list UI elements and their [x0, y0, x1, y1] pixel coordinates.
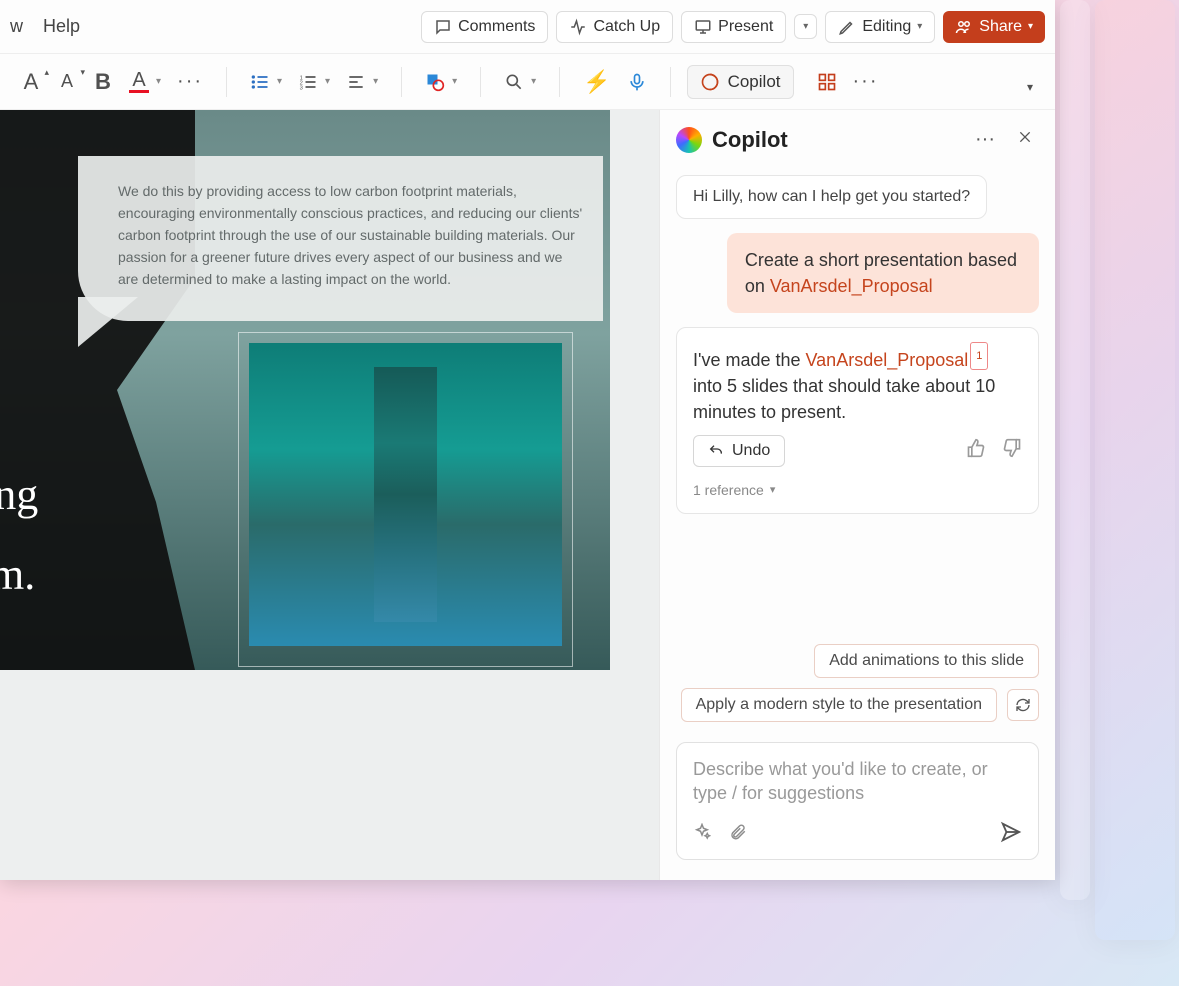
chevron-down-icon: ▾: [1027, 80, 1033, 94]
find-button[interactable]: [497, 64, 543, 100]
paperclip-icon: [729, 823, 747, 841]
people-icon: [955, 18, 973, 36]
user-prompt-link[interactable]: VanArsdel_Proposal: [770, 276, 933, 296]
comments-button[interactable]: Comments: [421, 11, 548, 43]
present-button[interactable]: Present: [681, 11, 786, 43]
chevron-down-icon: ▾: [770, 477, 776, 503]
thumbs-up-button[interactable]: [966, 438, 986, 465]
reference-badge[interactable]: 1: [970, 342, 988, 370]
slide-text-box[interactable]: We do this by providing access to low ca…: [78, 156, 603, 321]
copilot-input[interactable]: Describe what you'd like to create, or t…: [676, 742, 1039, 860]
attach-button[interactable]: [729, 823, 747, 847]
send-button[interactable]: [1000, 821, 1022, 849]
send-icon: [1000, 821, 1022, 843]
reference-text: 1 reference: [693, 477, 764, 503]
share-button[interactable]: Share ▾: [943, 11, 1045, 43]
search-icon: [504, 72, 524, 92]
copilot-close-button[interactable]: [1011, 124, 1039, 155]
close-icon: [1017, 129, 1033, 145]
present-dropdown[interactable]: ▾: [794, 14, 817, 39]
pencil-icon: [838, 18, 856, 36]
ribbon-overflow-button[interactable]: ···: [846, 64, 886, 100]
copilot-ribbon-icon: [700, 72, 720, 92]
copilot-input-placeholder: Describe what you'd like to create, or t…: [693, 757, 1022, 805]
menu-view[interactable]: w: [10, 16, 23, 37]
microphone-icon: [627, 70, 647, 94]
thumbs-down-icon: [1002, 438, 1022, 458]
slide-headline-fragment-2: m.: [0, 549, 35, 600]
decrease-font-button[interactable]: A: [50, 64, 84, 100]
thumbs-up-icon: [966, 438, 986, 458]
shapes-button[interactable]: [418, 64, 464, 100]
present-icon: [694, 18, 712, 36]
slide-canvas[interactable]: We do this by providing access to low ca…: [0, 110, 660, 880]
thumbs-down-button[interactable]: [1002, 438, 1022, 465]
refresh-icon: [1015, 697, 1031, 713]
suggestion-modern-style[interactable]: Apply a modern style to the presentation: [681, 688, 997, 722]
align-button[interactable]: [339, 64, 385, 100]
numbering-button[interactable]: 123: [291, 64, 337, 100]
ribbon-expand-button[interactable]: ▾: [1013, 69, 1047, 105]
slide-image-placeholder[interactable]: [238, 332, 573, 667]
undo-button[interactable]: Undo: [693, 435, 785, 467]
font-overflow-button[interactable]: ···: [170, 64, 210, 100]
sparkle-icon: [693, 823, 711, 841]
copilot-logo-icon: [676, 127, 702, 153]
menu-help[interactable]: Help: [43, 16, 80, 37]
response-link[interactable]: VanArsdel_Proposal: [806, 350, 969, 370]
titlebar: w Help Comments Catch Up Present ▾ Editi…: [0, 0, 1055, 54]
sparkle-button[interactable]: [693, 823, 711, 847]
catchup-label: Catch Up: [593, 18, 660, 36]
editing-button[interactable]: Editing ▾: [825, 11, 935, 43]
undo-icon: [708, 443, 724, 459]
catchup-button[interactable]: Catch Up: [556, 11, 673, 43]
font-color-icon: A: [129, 70, 149, 93]
align-icon: [346, 72, 366, 92]
grid-icon: [817, 72, 837, 92]
refresh-suggestions-button[interactable]: [1007, 689, 1039, 721]
copilot-response-card: I've made the VanArsdel_Proposal1 into 5…: [676, 327, 1039, 514]
undo-label: Undo: [732, 442, 770, 460]
share-label: Share: [979, 18, 1022, 36]
copilot-ribbon-button[interactable]: Copilot: [687, 65, 794, 99]
shapes-icon: [425, 72, 445, 92]
svg-text:3: 3: [300, 85, 303, 91]
numbering-icon: 123: [298, 72, 318, 92]
response-pre: I've made the: [693, 350, 806, 370]
grid-view-button[interactable]: [810, 64, 844, 100]
suggestion-add-animations[interactable]: Add animations to this slide: [814, 644, 1039, 678]
copilot-greeting-text: Hi Lilly, how can I help get you started…: [693, 188, 970, 205]
bullets-icon: [250, 72, 270, 92]
ribbon: A A B A ··· 123: [0, 54, 1055, 110]
activity-icon: [569, 18, 587, 36]
main-area: We do this by providing access to low ca…: [0, 110, 1055, 880]
slide-paragraph: We do this by providing access to low ca…: [118, 183, 582, 287]
copilot-suggestions: Add animations to this slide Apply a mod…: [660, 644, 1055, 732]
bold-button[interactable]: B: [86, 64, 120, 100]
copilot-header: Copilot ···: [660, 110, 1055, 165]
increase-font-button[interactable]: A: [14, 64, 48, 100]
designer-button[interactable]: ⚡: [576, 64, 617, 100]
comments-label: Comments: [458, 18, 535, 36]
user-prompt-bubble: Create a short presentation based on Van…: [727, 233, 1039, 313]
copilot-greeting-bubble: Hi Lilly, how can I help get you started…: [676, 175, 987, 219]
designer-icon: ⚡: [583, 69, 610, 95]
dictate-button[interactable]: [620, 64, 654, 100]
slide[interactable]: We do this by providing access to low ca…: [0, 110, 610, 670]
present-label: Present: [718, 18, 773, 36]
copilot-ribbon-label: Copilot: [728, 72, 781, 92]
bullets-button[interactable]: [243, 64, 289, 100]
copilot-more-button[interactable]: ···: [969, 124, 1001, 155]
response-post: into 5 slides that should take about 10 …: [693, 376, 995, 422]
copilot-title: Copilot: [712, 127, 959, 153]
comment-icon: [434, 18, 452, 36]
slide-headline-fragment-1: ding: [0, 469, 38, 520]
copilot-pane: Copilot ··· Hi Lilly, how can I help get…: [660, 110, 1055, 880]
copilot-conversation: Hi Lilly, how can I help get you started…: [660, 165, 1055, 644]
app-window: w Help Comments Catch Up Present ▾ Editi…: [0, 0, 1055, 880]
reference-toggle[interactable]: 1 reference ▾: [693, 477, 1022, 503]
font-color-button[interactable]: A: [122, 64, 168, 100]
editing-label: Editing: [862, 18, 911, 36]
